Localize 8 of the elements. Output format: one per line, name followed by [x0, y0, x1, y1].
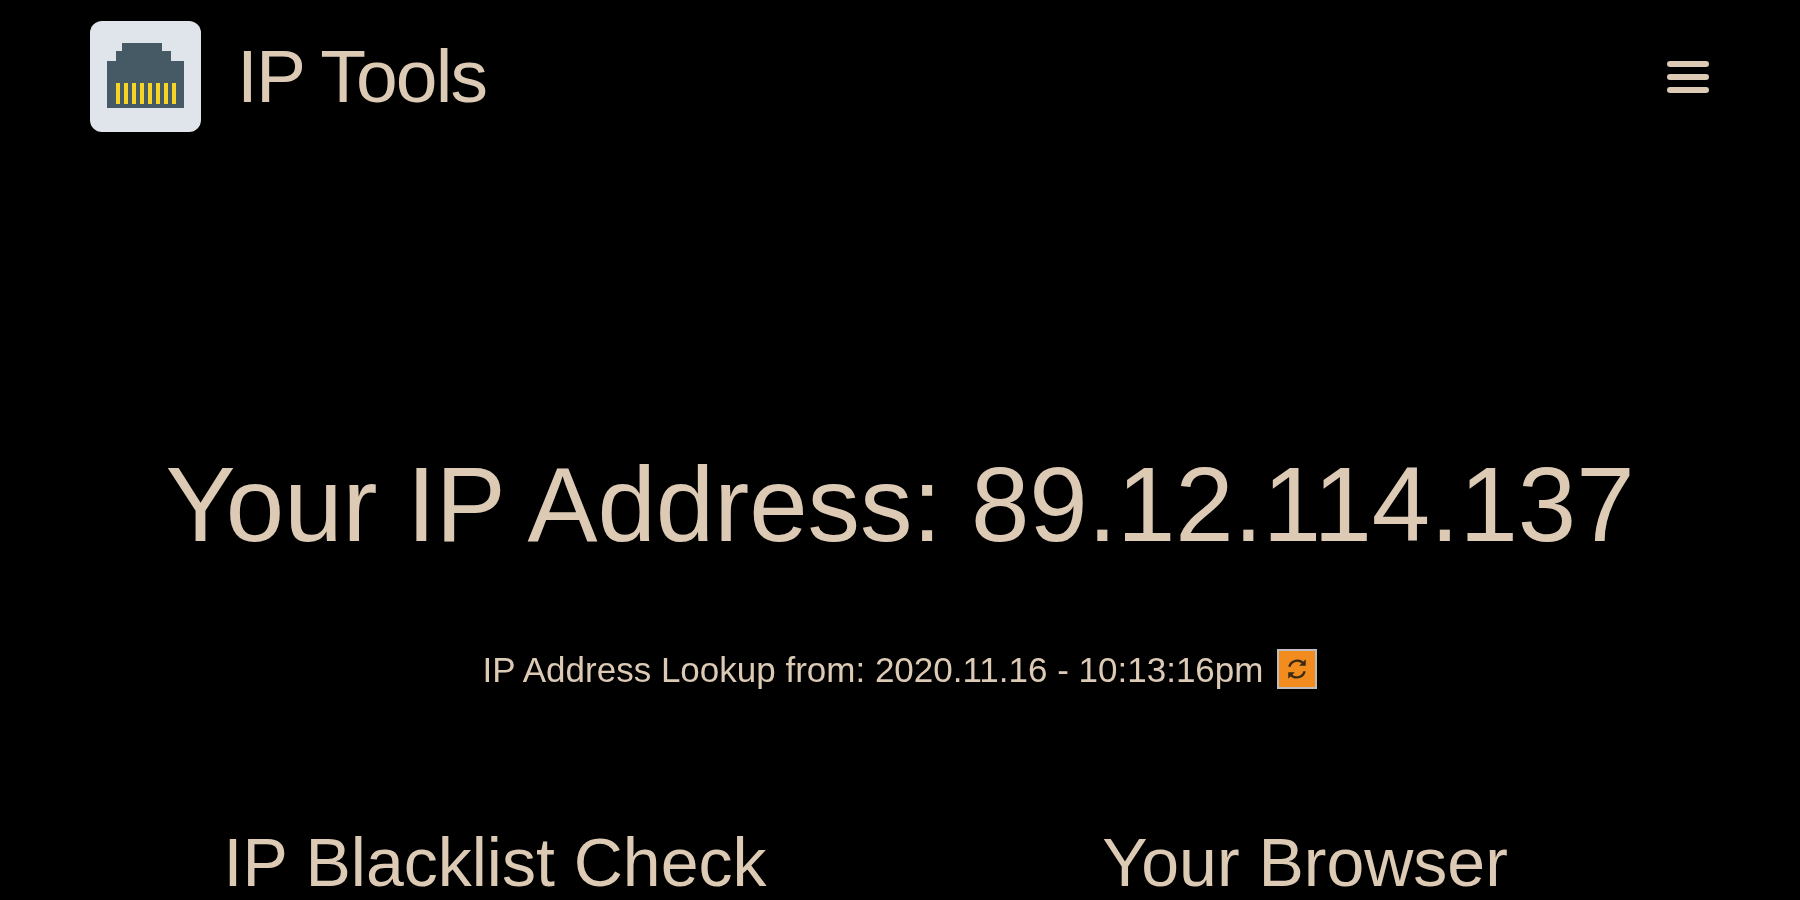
ethernet-port-logo-icon: [90, 21, 201, 132]
site-title: IP Tools: [237, 39, 487, 114]
section-heading: Your Browser: [1102, 828, 1508, 896]
lookup-timestamp: IP Address Lookup from: 2020.11.16 - 10:13:16pm: [482, 651, 1264, 687]
ip-address-heading: Your IP Address: 89.12.114.137: [165, 452, 1635, 557]
section-heading: IP Blacklist Check: [223, 828, 767, 896]
menu-icon: [1667, 60, 1709, 93]
refresh-button[interactable]: [1277, 649, 1318, 689]
